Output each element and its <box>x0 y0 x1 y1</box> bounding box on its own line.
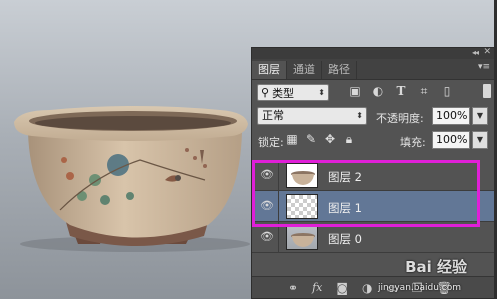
watermark-url: jingyan.baidu.com <box>377 283 461 293</box>
link-icon[interactable]: ⚭ <box>288 281 298 295</box>
visibility-column: 👁︎ <box>252 191 279 222</box>
adjustment-filter-icon[interactable]: ◐ <box>371 84 385 98</box>
lock-move-icon[interactable]: ✥ <box>323 132 337 146</box>
watermark-logo: Bai 经验 <box>405 258 467 276</box>
fill-field[interactable]: 100% <box>432 131 470 149</box>
filter-icon-group: ▣ ◐ T ⌗ ▯ <box>348 84 454 99</box>
layer-name[interactable]: 图层 2 <box>328 169 362 185</box>
image-filter-icon[interactable]: ▣ <box>348 84 362 98</box>
adjustment-icon[interactable]: ◑ <box>362 281 372 295</box>
opacity-dropdown-button[interactable]: ▼ <box>472 107 488 125</box>
fx-icon[interactable]: fx <box>312 281 322 294</box>
tab-layers[interactable]: 图层 <box>252 61 287 79</box>
lock-all-icon[interactable]: 🔒︎ <box>342 132 356 146</box>
fill-dropdown-button[interactable]: ▼ <box>472 131 488 149</box>
layer-name[interactable]: 图层 0 <box>328 231 362 247</box>
tab-channels[interactable]: 通道 <box>287 61 322 79</box>
panel-menu-icon[interactable]: ▾≡ <box>478 62 490 72</box>
mask-icon[interactable]: ◙ <box>336 281 348 295</box>
visibility-column: 👁︎ <box>252 160 279 191</box>
eye-icon[interactable]: 👁︎ <box>260 168 274 182</box>
filter-row: ⚲ 类型 ⬍ ▣ ◐ T ⌗ ▯ <box>252 80 494 104</box>
lock-row: 锁定: ▦ ✎ ✥ 🔒︎ 填充: 100% ▼ <box>252 128 494 152</box>
lock-brush-icon[interactable]: ✎ <box>304 132 318 146</box>
layer-filter-select[interactable]: ⚲ 类型 ⬍ <box>257 84 329 101</box>
text-filter-icon[interactable]: T <box>394 84 408 98</box>
close-icon[interactable]: ✕ <box>483 47 491 57</box>
layer-thumbnail <box>286 163 318 188</box>
opacity-label: 不透明度: <box>376 112 424 125</box>
collapse-icon[interactable]: ◂◂ <box>472 48 479 57</box>
layer-row-2[interactable]: 👁︎ 图层 2 <box>252 160 495 191</box>
search-icon: ⚲ <box>261 86 270 99</box>
layer-thumbnail <box>286 225 318 250</box>
eye-icon[interactable]: 👁︎ <box>260 199 274 213</box>
layer-thumbnail <box>286 194 318 219</box>
updown-icon: ⬍ <box>356 111 363 120</box>
tab-paths[interactable]: 路径 <box>322 61 357 79</box>
layer-name[interactable]: 图层 1 <box>328 200 362 216</box>
blend-row: 正常 ⬍ 不透明度: 100% ▼ <box>252 104 494 128</box>
blend-mode-select[interactable]: 正常 ⬍ <box>257 107 367 125</box>
filter-label: 类型 <box>272 86 295 100</box>
smart-object-filter-icon[interactable]: ▯ <box>440 84 454 98</box>
layer-row-0[interactable]: 👁︎ 图层 0 <box>252 222 495 253</box>
panel-tabs: 图层 通道 路径 ▾≡ <box>252 59 494 80</box>
layer-row-1[interactable]: 👁︎ 图层 1 <box>252 191 495 222</box>
visibility-column: 👁︎ <box>252 222 279 253</box>
blend-mode-value: 正常 <box>262 109 284 122</box>
updown-icon: ⬍ <box>318 88 325 97</box>
lock-label: 锁定: <box>258 136 284 149</box>
lock-icon-group: ▦ ✎ ✥ 🔒︎ <box>285 132 356 147</box>
panel-header-strip: ◂◂ ✕ <box>252 47 494 59</box>
shape-filter-icon[interactable]: ⌗ <box>417 84 431 98</box>
fill-label: 填充: <box>400 136 426 149</box>
filter-toggle[interactable] <box>483 84 491 98</box>
opacity-field[interactable]: 100% <box>432 107 470 125</box>
eye-icon[interactable]: 👁︎ <box>260 230 274 244</box>
layers-list: 👁︎ 图层 2 👁︎ 图层 1 👁︎ 图层 0 <box>252 160 495 253</box>
lock-transparency-icon[interactable]: ▦ <box>285 132 299 146</box>
